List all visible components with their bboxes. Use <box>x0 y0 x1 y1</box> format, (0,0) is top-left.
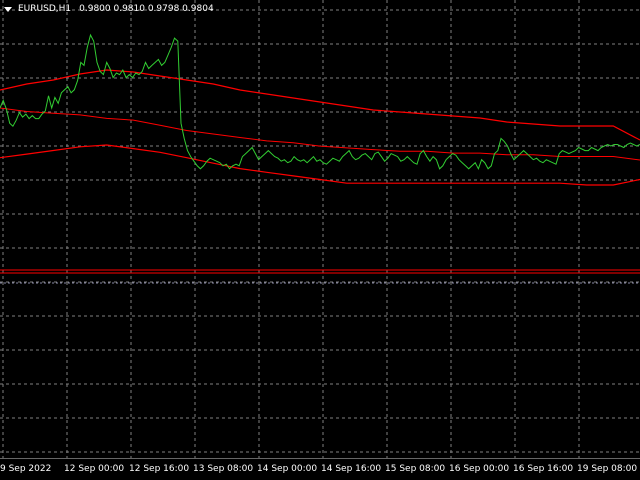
envelope-lower-line <box>0 144 640 186</box>
envelope-bands <box>0 69 640 186</box>
time-axis: 9 Sep 2022 12 Sep 00:00 12 Sep 16:00 13 … <box>0 458 640 480</box>
chart-header: EURUSD,H1 0.9800 0.9810 0.9798 0.9804 <box>4 2 214 16</box>
time-label: 16 Sep 00:00 <box>449 464 510 474</box>
chart-grid <box>0 0 640 458</box>
price-chart[interactable] <box>0 0 640 458</box>
time-label: 13 Sep 08:00 <box>193 464 254 474</box>
time-label: 14 Sep 00:00 <box>257 464 318 474</box>
level-lines <box>0 269 640 284</box>
symbol-label: EURUSD,H1 <box>18 4 72 14</box>
time-label: 12 Sep 16:00 <box>129 464 190 474</box>
time-label: 15 Sep 08:00 <box>385 464 446 474</box>
ohlc-readout: 0.9800 0.9810 0.9798 0.9804 <box>79 4 214 14</box>
time-label: 9 Sep 2022 <box>0 464 52 474</box>
time-label: 14 Sep 16:00 <box>321 464 382 474</box>
dropdown-triangle-icon[interactable] <box>4 6 12 12</box>
envelope-upper-line <box>0 69 640 141</box>
time-label: 19 Sep 08:00 <box>577 464 638 474</box>
time-label: 16 Sep 16:00 <box>513 464 574 474</box>
chart-window[interactable]: EURUSD,H1 0.9800 0.9810 0.9798 0.9804 9 … <box>0 0 640 480</box>
envelope-middle-line <box>0 107 640 161</box>
time-label: 12 Sep 00:00 <box>64 464 125 474</box>
